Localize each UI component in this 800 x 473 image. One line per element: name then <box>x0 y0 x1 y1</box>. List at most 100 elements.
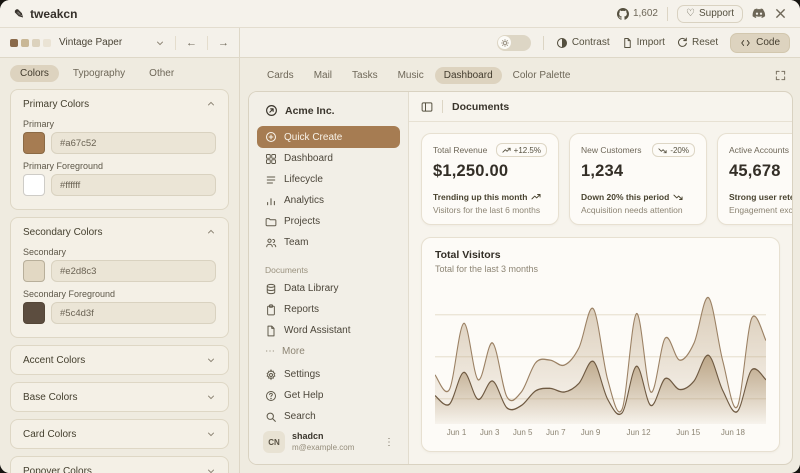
sidebar-item-reports[interactable]: Reports <box>257 299 400 320</box>
chevron-down-icon <box>206 355 216 365</box>
prev-theme-button[interactable]: ← <box>175 36 207 50</box>
sidebar-item-team[interactable]: Team <box>257 232 400 253</box>
layout-grid-icon <box>265 153 277 165</box>
section-secondary-colors: Secondary Colors Secondary Secondary For… <box>10 217 229 338</box>
section-card-header[interactable]: Card Colors <box>23 426 216 442</box>
trending-down-icon <box>673 192 683 202</box>
theme-mode-toggle[interactable] <box>497 35 531 51</box>
x-axis-ticks: Jun 1Jun 3Jun 5Jun 7Jun 9Jun 12Jun 15Jun… <box>435 428 766 440</box>
sidebar-item-settings[interactable]: Settings <box>257 364 400 385</box>
x-twitter-icon[interactable] <box>775 8 786 19</box>
sidebar-item-word-assistant[interactable]: Word Assistant <box>257 320 400 341</box>
github-star-count: 1,602 <box>633 8 658 19</box>
toolbar-divider <box>543 36 544 50</box>
preview-tabs: Cards Mail Tasks Music Dashboard Color P… <box>240 58 800 89</box>
import-button[interactable]: Import <box>622 37 665 49</box>
trending-up-icon <box>502 146 511 155</box>
field-label: Primary Foreground <box>23 161 216 171</box>
x-tick-label: Jun 7 <box>546 428 566 437</box>
sidebar-item-search[interactable]: Search <box>257 406 400 427</box>
tab-mail[interactable]: Mail <box>305 67 341 84</box>
theme-editor-panel: Colors Typography Other Primary Colors P… <box>0 58 240 473</box>
x-tick-label: Jun 12 <box>627 428 651 437</box>
heart-icon: ♡ <box>686 8 695 19</box>
next-theme-button[interactable]: → <box>207 36 239 50</box>
tab-music[interactable]: Music <box>389 67 433 84</box>
tab-dashboard[interactable]: Dashboard <box>435 67 502 84</box>
discord-icon[interactable] <box>752 8 766 19</box>
sidebar-item-projects[interactable]: Projects <box>257 211 400 232</box>
secondary-color-swatch[interactable] <box>23 260 45 282</box>
contrast-button[interactable]: Contrast <box>556 37 610 49</box>
sidebar-group-label: Documents <box>265 265 392 275</box>
secondary-foreground-input[interactable] <box>51 302 216 324</box>
theme-selector[interactable]: Vintage Paper <box>0 37 175 48</box>
quick-create-button[interactable]: Quick Create <box>257 126 400 148</box>
trending-up-icon <box>531 192 541 202</box>
sidebar-item-lifecycle[interactable]: Lifecycle <box>257 169 400 190</box>
stat-value: 1,234 <box>581 162 695 181</box>
sidebar-item-more[interactable]: ⋯ More <box>257 341 400 361</box>
section-popover-header[interactable]: Popover Colors <box>23 463 216 473</box>
sidebar-item-dashboard[interactable]: Dashboard <box>257 148 400 169</box>
stat-card-total-revenue: Total Revenue +12.5% $1,250.00 Trending … <box>421 133 559 225</box>
header-divider <box>667 7 668 21</box>
sidebar-user-menu[interactable]: CN shadcn m@example.com ⋮ <box>257 427 400 457</box>
x-tick-label: Jun 1 <box>447 428 467 437</box>
section-popover-colors: Popover Colors <box>10 456 229 473</box>
section-secondary-header[interactable]: Secondary Colors <box>23 224 216 240</box>
tab-cards[interactable]: Cards <box>258 67 303 84</box>
chevron-down-icon <box>155 38 165 48</box>
brand[interactable]: ✎ tweakcn <box>14 7 77 21</box>
primary-color-input[interactable] <box>51 132 216 154</box>
secondary-color-input[interactable] <box>51 260 216 282</box>
section-accent-header[interactable]: Accent Colors <box>23 352 216 368</box>
tab-colors[interactable]: Colors <box>10 65 59 82</box>
app-header: ✎ tweakcn 1,602 ♡ Support <box>0 0 800 28</box>
code-button[interactable]: Code <box>730 33 790 53</box>
app-window: ✎ tweakcn 1,602 ♡ Support <box>0 0 800 473</box>
chevron-down-icon <box>206 466 216 473</box>
primary-color-swatch[interactable] <box>23 132 45 154</box>
area-chart[interactable] <box>435 284 766 424</box>
user-name: shadcn <box>292 431 354 442</box>
secondary-foreground-swatch[interactable] <box>23 302 45 324</box>
panel-left-icon[interactable] <box>421 101 433 113</box>
tab-tasks[interactable]: Tasks <box>343 67 387 84</box>
support-button[interactable]: ♡ Support <box>677 5 743 23</box>
tab-color-palette[interactable]: Color Palette <box>504 67 580 84</box>
primary-foreground-input[interactable] <box>51 174 216 196</box>
reset-button[interactable]: Reset <box>677 37 718 48</box>
github-stars-button[interactable]: 1,602 <box>617 8 658 20</box>
refresh-icon <box>677 37 688 48</box>
section-primary-colors: Primary Colors Primary Primary Foregroun… <box>10 89 229 210</box>
section-base-header[interactable]: Base Colors <box>23 389 216 405</box>
sidebar-brand[interactable]: Acme Inc. <box>257 99 400 126</box>
fullscreen-icon[interactable] <box>775 70 786 81</box>
editor-tabs: Colors Typography Other <box>10 65 229 82</box>
theme-swatch-2 <box>21 39 29 47</box>
field-label: Secondary Foreground <box>23 289 216 299</box>
bar-chart-icon <box>265 195 277 207</box>
sidebar-item-analytics[interactable]: Analytics <box>257 190 400 211</box>
github-icon <box>617 8 629 20</box>
more-vertical-icon: ⋮ <box>384 437 394 448</box>
theme-swatch-4 <box>43 39 51 47</box>
sidebar-item-get-help[interactable]: Get Help <box>257 385 400 406</box>
x-tick-label: Jun 18 <box>721 428 745 437</box>
clipboard-icon <box>265 304 277 316</box>
code-icon <box>740 38 751 48</box>
tab-typography[interactable]: Typography <box>63 65 135 82</box>
tab-other[interactable]: Other <box>139 65 184 82</box>
x-tick-label: Jun 15 <box>676 428 700 437</box>
section-primary-header[interactable]: Primary Colors <box>23 96 216 112</box>
x-tick-label: Jun 9 <box>581 428 601 437</box>
trend-badge: +12.5% <box>496 143 547 157</box>
trending-down-icon <box>658 146 667 155</box>
plus-circle-icon <box>265 131 277 143</box>
chevron-up-icon <box>206 227 216 237</box>
sidebar-item-data-library[interactable]: Data Library <box>257 278 400 299</box>
dashboard-sidebar: Acme Inc. Quick Create Dashboard <box>249 92 409 464</box>
primary-foreground-swatch[interactable] <box>23 174 45 196</box>
chevron-up-icon <box>206 99 216 109</box>
